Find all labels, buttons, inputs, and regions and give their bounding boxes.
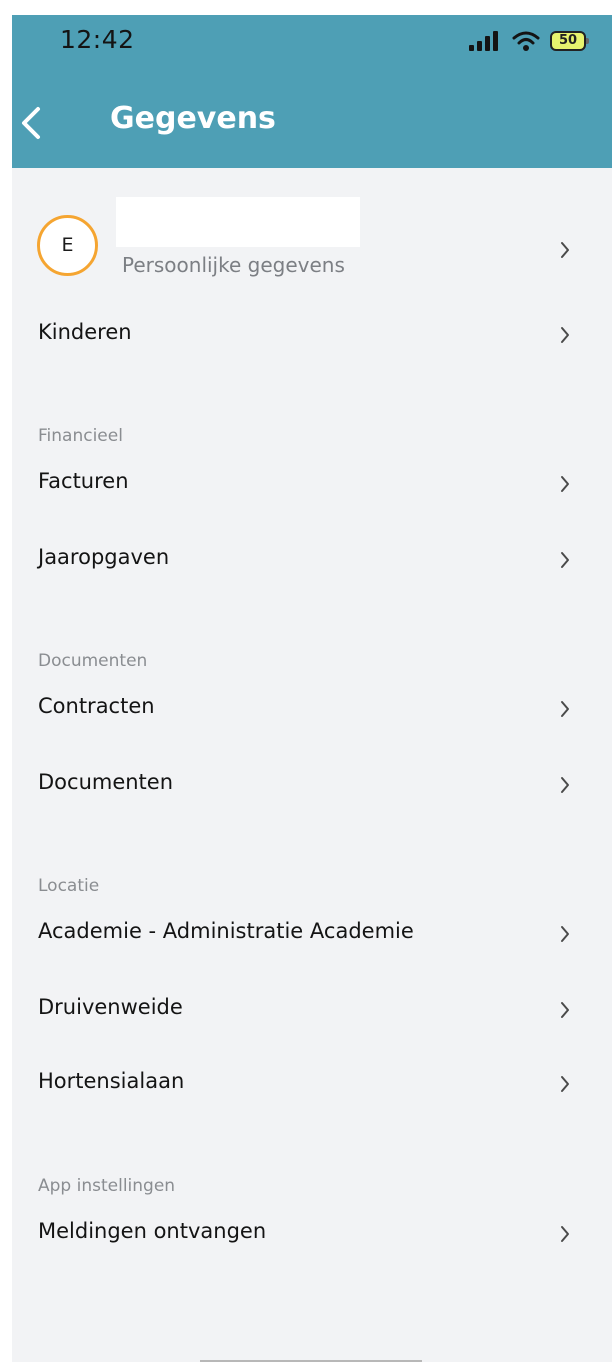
app-screen: 12:42 50 Gegevens E Persoonlijke gegeven… [12,15,612,1362]
chevron-right-icon [561,926,569,942]
menu-item-label: Contracten [38,694,155,718]
menu-item-label: Academie - Administratie Academie [38,919,414,943]
section-label-financieel: Financieel [38,426,123,446]
menu-item-label: Jaaropgaven [38,545,170,569]
chevron-right-icon [561,1076,569,1092]
status-time: 12:42 [60,25,135,54]
profile-subtitle: Persoonlijke gegevens [122,253,345,277]
section-label-locatie: Locatie [38,876,100,896]
menu-item-meldingen-ontvangen[interactable]: Meldingen ontvangen [12,1205,612,1263]
chevron-right-icon [561,327,569,343]
chevron-right-icon [561,701,569,717]
cellular-signal-icon [469,31,498,51]
menu-item-label: Hortensialaan [38,1069,185,1093]
menu-item-label: Kinderen [38,320,132,344]
chevron-right-icon [561,777,569,793]
chevron-right-icon [561,242,569,258]
menu-item-documenten[interactable]: Documenten [12,756,612,814]
wifi-icon [512,31,540,51]
profile-name-redacted [116,197,360,247]
menu-item-label: Druivenweide [38,995,183,1019]
app-header: 12:42 50 Gegevens [12,15,612,168]
menu-item-druivenweide[interactable]: Druivenweide [12,981,612,1039]
menu-item-academie[interactable]: Academie - Administratie Academie [12,905,612,963]
chevron-right-icon [561,1226,569,1242]
chevron-right-icon [561,476,569,492]
section-label-app-instellingen: App instellingen [38,1176,176,1196]
menu-item-label: Documenten [38,770,174,794]
menu-item-label: Facturen [38,469,129,493]
chevron-right-icon [561,552,569,568]
menu-item-hortensialaan[interactable]: Hortensialaan [12,1055,612,1113]
chevron-right-icon [561,1002,569,1018]
battery-indicator: 50 [550,31,589,51]
chevron-left-icon[interactable] [16,103,52,143]
menu-item-facturen[interactable]: Facturen [12,455,612,513]
avatar: E [37,215,98,276]
menu-item-label: Meldingen ontvangen [38,1219,267,1243]
section-label-documenten: Documenten [38,651,148,671]
page-title: Gegevens [110,101,276,136]
menu-item-kinderen[interactable]: Kinderen [12,306,612,364]
menu-item-jaaropgaven[interactable]: Jaaropgaven [12,531,612,589]
status-icons: 50 [468,29,589,53]
menu-item-contracten[interactable]: Contracten [12,680,612,738]
